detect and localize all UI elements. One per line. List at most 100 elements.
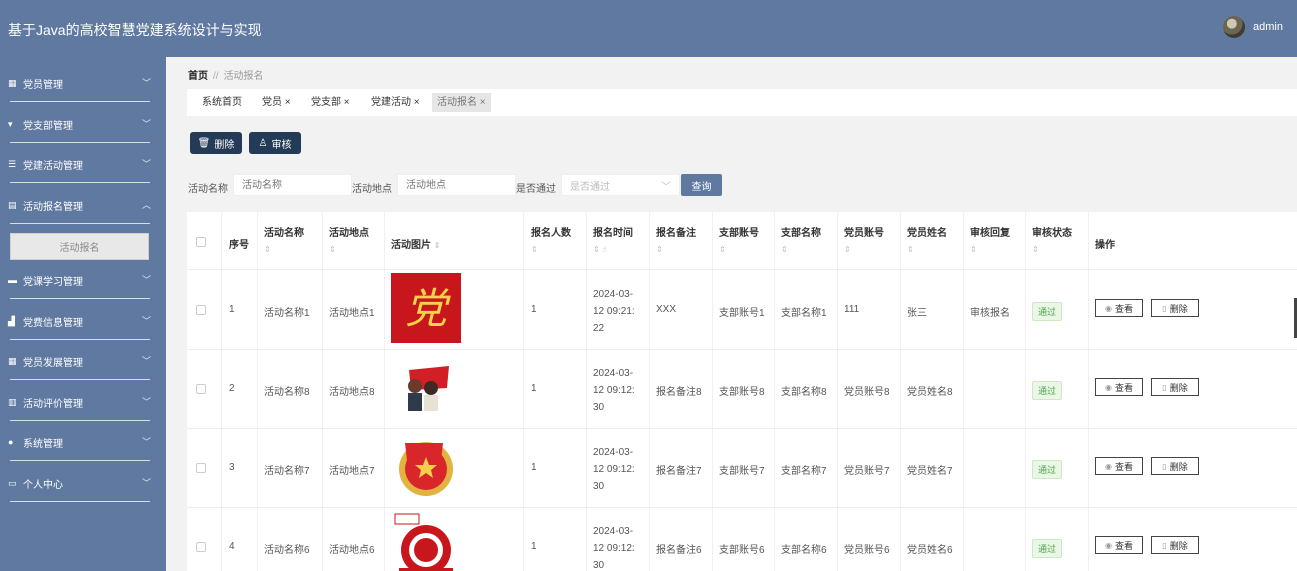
cell-activity-name: 活动名称8 [264,387,310,398]
sidebar-item-members[interactable]: ▦ 党员管理 ﹀ [8,63,154,103]
papercut-poster-image[interactable] [391,510,461,571]
sidebar-subitem-signup[interactable]: 活动报名 [10,233,149,260]
status-badge: 通过 [1032,539,1063,558]
sidebar-item-label: 党员管理 [23,79,63,91]
tab-activities[interactable]: 党建活动 × [366,93,425,112]
cell-member-account: 党员账号6 [844,545,890,556]
trash-icon: ▯ [1162,382,1167,392]
sort-icon[interactable]: ⇕ [656,245,696,254]
sort-icon[interactable]: ⇕ [970,245,1010,254]
col-audit-status[interactable]: 审核状态 ⇕ [1032,224,1072,281]
audit-button-label: 审核 [271,139,292,151]
sidebar-item-signups[interactable]: ▤ 活动报名管理 ︿ [8,185,154,225]
cell-activity-name: 活动名称1 [264,308,310,319]
tab-branches[interactable]: 党支部 × [306,93,355,112]
row-delete-button[interactable]: ▯ 删除 [1151,457,1199,475]
row-checkbox[interactable] [196,542,206,552]
svg-text:党: 党 [405,284,451,333]
party-emblem-image[interactable]: 党 [391,273,461,343]
col-activity-name[interactable]: 活动名称 ⇕ [264,224,304,281]
eye-icon: ◉ [1105,303,1112,313]
sidebar-item-label: 党支部管理 [23,120,73,132]
col-label: 报名人数 [531,228,571,239]
app-title: 基于Java的高校智慧党建系统设计与实现 [8,22,262,38]
delete-button[interactable]: 🗑 删除 [190,132,242,154]
passed-select[interactable]: 是否通过 ﹀ [561,174,680,196]
sort-icon[interactable]: ⇕ [531,245,571,254]
cell-activity-place: 活动地点1 [329,308,375,319]
chart-icon: ▥ [8,396,17,407]
sort-icon[interactable]: ⇕ [1032,245,1072,254]
cell-branch-name: 支部名称6 [781,545,827,556]
sidebar-item-label: 个人中心 [23,479,63,491]
sort-icon[interactable]: ⇕ [781,245,821,254]
col-branch-name[interactable]: 支部名称 ⇕ [781,224,821,281]
row-delete-button[interactable]: ▯ 删除 [1151,536,1199,554]
view-button[interactable]: ◉ 查看 [1095,378,1143,396]
sort-icon[interactable]: ⇕ ☝ [593,245,633,254]
col-label: 审核状态 [1032,228,1072,239]
cell-member-name: 党员姓名8 [907,387,953,398]
view-button[interactable]: ◉ 查看 [1095,299,1143,317]
col-branch-account[interactable]: 支部账号 ⇕ [719,224,759,281]
cell-audit-reply: 审核报名 [970,308,1010,319]
user-name[interactable]: admin [1253,21,1283,33]
activity-place-input[interactable] [397,174,516,196]
status-badge: 通过 [1032,302,1063,321]
sort-icon[interactable]: ⇕ [264,245,304,254]
chevron-down-icon: ﹀ [141,437,151,447]
sort-icon[interactable]: ⇕ [434,241,441,250]
query-button[interactable]: 查询 [681,174,722,196]
sidebar-item-dues[interactable]: ▟ 党费信息管理 ﹀ [8,301,154,341]
sidebar-item-activities[interactable]: ☰ 党建活动管理 ﹀ [8,144,154,184]
user-check-icon: ♙ [258,137,268,149]
view-button[interactable]: ◉ 查看 [1095,536,1143,554]
row-delete-button[interactable]: ▯ 删除 [1151,299,1199,317]
col-audit-reply[interactable]: 审核回复 ⇕ [970,224,1010,281]
avatar[interactable] [1223,16,1246,38]
cell-member-account: 党员账号8 [844,387,890,398]
col-signup-count[interactable]: 报名人数 ⇕ [531,224,571,281]
time-line: 12 09:12: [593,385,635,396]
tab-home[interactable]: 系统首页 [197,93,247,112]
col-signup-remark[interactable]: 报名备注 ⇕ [656,224,696,281]
eye-icon: ◉ [1105,540,1112,550]
cell-branch-account: 支部账号8 [719,387,765,398]
sidebar-item-development[interactable]: ▦ 党员发展管理 ﹀ [8,341,154,381]
sort-icon[interactable]: ⇕ [844,245,884,254]
row-checkbox[interactable] [196,463,206,473]
col-signup-time[interactable]: 报名时间 ⇕ ☝ [593,224,633,281]
delete-button-label: 删除 [214,139,235,151]
sidebar-item-courses[interactable]: ▬ 党课学习管理 ﹀ [8,260,154,300]
sort-icon[interactable]: ⇕ [719,245,759,254]
col-member-name[interactable]: 党员姓名 ⇕ [907,224,947,281]
sidebar-item-evaluations[interactable]: ▥ 活动评价管理 ﹀ [8,382,154,422]
col-member-account[interactable]: 党员账号 ⇕ [844,224,884,281]
row-checkbox[interactable] [196,305,206,315]
sidebar-item-system[interactable]: ● 系统管理 ﹀ [8,422,154,462]
tab-signups[interactable]: 活动报名 × [432,93,491,112]
sort-icon[interactable]: ⇕ [907,245,947,254]
trash-icon: ▯ [1162,303,1167,313]
sidebar-item-label: 党员发展管理 [23,357,83,369]
flag-people-image[interactable] [391,352,461,422]
youth-league-emblem-image[interactable] [391,431,461,501]
col-activity-place[interactable]: 活动地点 ⇕ [329,224,369,281]
sort-icon[interactable]: ⇕ [329,245,369,254]
tab-members[interactable]: 党员 × [257,93,296,112]
audit-button[interactable]: ♙ 审核 [249,132,301,154]
sidebar-item-branches[interactable]: ▾ 党支部管理 ﹀ [8,104,154,144]
user-icon: ● [8,437,14,447]
view-button[interactable]: ◉ 查看 [1095,457,1143,475]
passed-select-placeholder: 是否通过 [570,181,610,193]
cell-activity-place: 活动地点7 [329,466,375,477]
sidebar-item-label: 党建活动管理 [23,160,83,172]
row-checkbox[interactable] [196,384,206,394]
activity-name-input[interactable] [233,174,352,196]
grid-icon: ▦ [8,77,17,88]
user-menu[interactable]: admin [1223,16,1283,38]
select-all-checkbox[interactable] [196,237,206,247]
row-delete-button[interactable]: ▯ 删除 [1151,378,1199,396]
breadcrumb-home[interactable]: 首页 [188,71,208,82]
sidebar-item-profile[interactable]: ▭ 个人中心 ﹀ [8,463,154,503]
